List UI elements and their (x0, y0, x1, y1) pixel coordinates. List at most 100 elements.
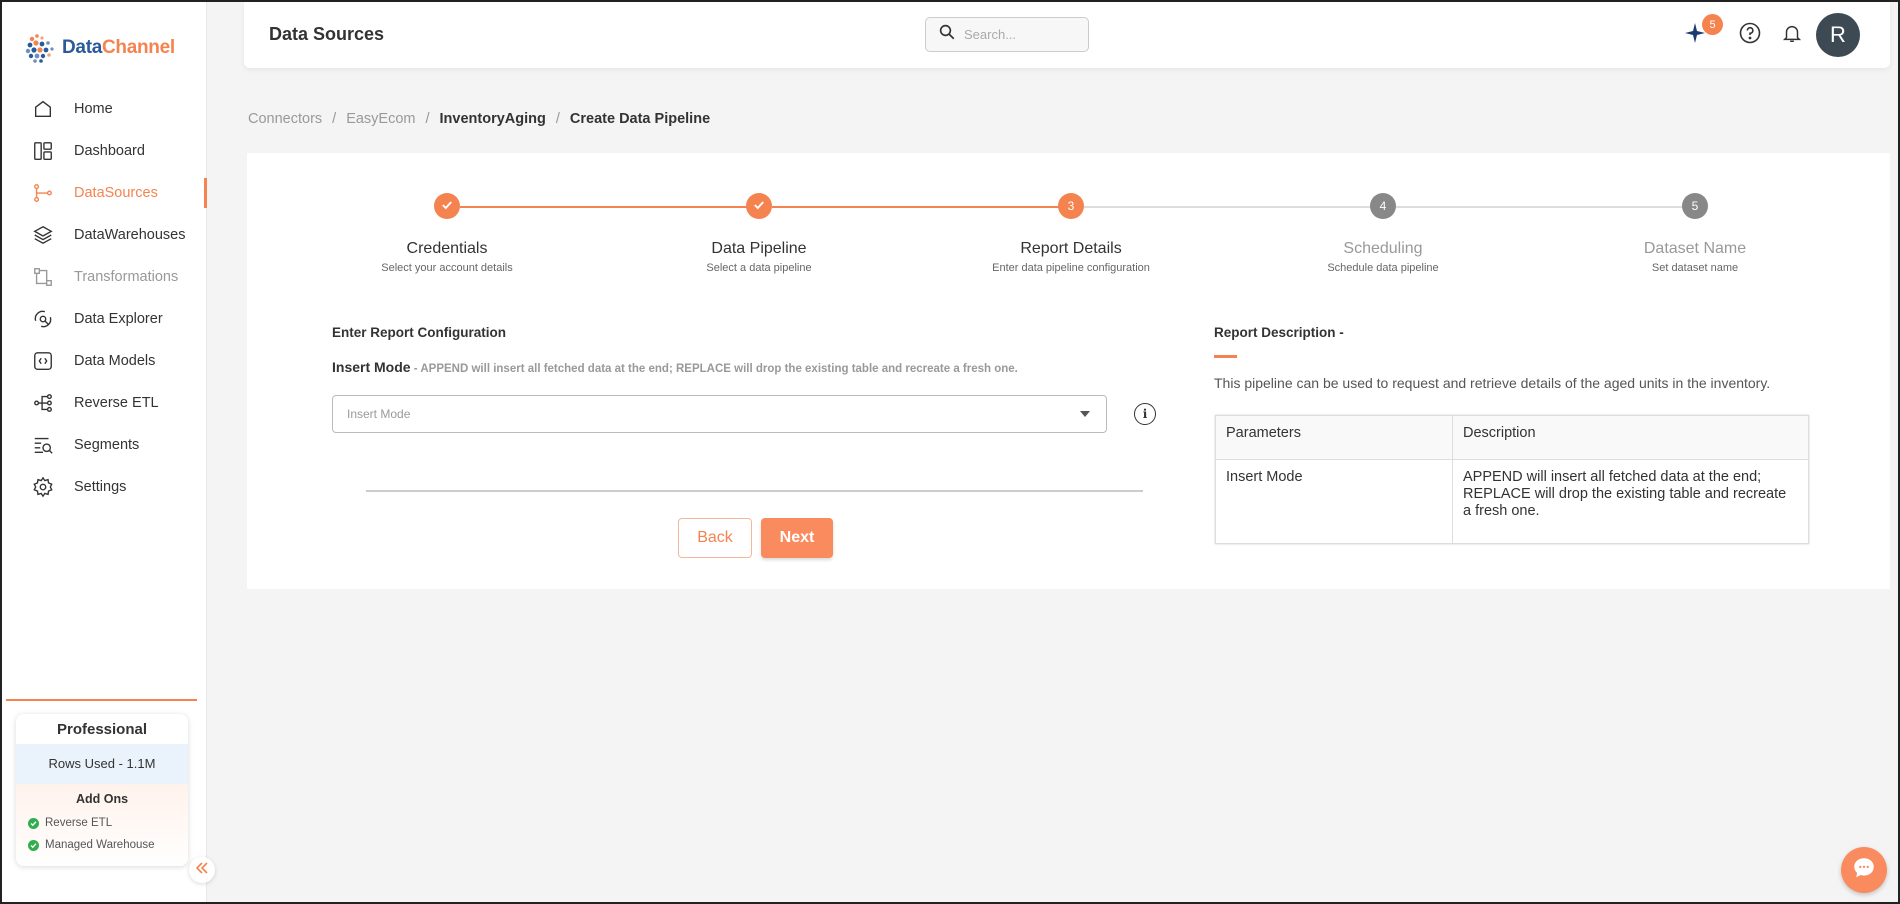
rows-used: Rows Used - 1.1M (16, 744, 188, 784)
datasources-icon (30, 180, 56, 206)
check-icon (753, 199, 765, 214)
layers-icon (30, 222, 56, 248)
insert-mode-select[interactable]: Insert Mode (332, 395, 1107, 433)
help-button[interactable] (1737, 22, 1763, 48)
table-cell: Insert Mode (1215, 459, 1453, 544)
table-header-row: Parameters Description (1215, 415, 1809, 460)
title-underline (1214, 355, 1237, 358)
transformations-icon (30, 264, 56, 290)
avatar[interactable]: R (1816, 13, 1860, 57)
step-connector-done (460, 206, 754, 208)
step-3-sub: Enter data pipeline configuration (992, 262, 1150, 274)
sidebar-item-home[interactable]: Home (2, 88, 206, 130)
step-3-label: Report Details (1020, 240, 1122, 257)
table-cell: APPEND will insert all fetched data at t… (1452, 459, 1809, 544)
help-icon (1738, 21, 1762, 50)
search-box[interactable] (925, 17, 1089, 52)
sidebar-item-label: Data Explorer (74, 311, 163, 327)
caret-down-icon (1080, 411, 1090, 417)
step-4-sub: Schedule data pipeline (1327, 262, 1439, 274)
sidebar-item-dashboard[interactable]: Dashboard (2, 130, 206, 172)
sidebar-item-label: Reverse ETL (74, 395, 159, 411)
form-divider (366, 490, 1143, 492)
breadcrumb-connectors[interactable]: Connectors (248, 111, 322, 127)
sidebar-item-datawarehouses[interactable]: DataWarehouses (2, 214, 206, 256)
breadcrumb-inventoryaging[interactable]: InventoryAging (440, 111, 546, 127)
step-connector-done (772, 206, 1066, 208)
insert-mode-label: Insert Mode - APPEND will insert all fet… (332, 359, 1018, 375)
home-icon (30, 96, 56, 122)
addons-title: Add Ons (75, 792, 129, 806)
bell-icon (1781, 22, 1803, 49)
sidebar-item-label: Transformations (74, 269, 179, 285)
plan-card: Professional Rows Used - 1.1M Add Ons Re… (16, 714, 188, 866)
breadcrumb-easyecom[interactable]: EasyEcom (346, 111, 415, 127)
reverse-etl-icon (30, 390, 56, 416)
search-icon (938, 23, 956, 46)
step-4-circle[interactable]: 4 (1370, 193, 1396, 219)
sidebar-item-data-explorer[interactable]: Data Explorer (2, 298, 206, 340)
step-5-circle[interactable]: 5 (1682, 193, 1708, 219)
step-2-sub: Select a data pipeline (706, 262, 812, 274)
step-3-circle[interactable]: 3 (1058, 193, 1084, 219)
datachannel-logo-icon (22, 31, 56, 65)
sidebar-item-label: Home (74, 101, 113, 117)
sidebar-item-data-models[interactable]: Data Models (2, 340, 206, 382)
report-description-text: This pipeline can be used to request and… (1214, 375, 1771, 391)
step-connector-pending (1396, 206, 1690, 208)
breadcrumb-separator: / (425, 111, 430, 127)
segments-icon (30, 432, 56, 458)
chat-button[interactable] (1841, 847, 1887, 893)
double-chevron-left-icon (194, 860, 210, 881)
addon-label: Managed Warehouse (45, 839, 155, 851)
brand-logo[interactable]: DataChannel (2, 2, 206, 70)
notifications-button[interactable] (1779, 22, 1805, 48)
sidebar-item-datasources[interactable]: DataSources (2, 172, 207, 214)
step-4-label: Scheduling (1343, 240, 1423, 257)
step-1-label: Credentials (406, 240, 488, 257)
breadcrumb-separator: / (555, 111, 560, 127)
sidebar-item-label: Settings (74, 479, 127, 495)
sidebar-item-settings[interactable]: Settings (2, 466, 206, 508)
table-row: Insert Mode APPEND will insert all fetch… (1215, 459, 1809, 544)
insert-mode-hint: - APPEND will insert all fetched data at… (410, 363, 1018, 375)
sidebar-item-segments[interactable]: Segments (2, 424, 206, 466)
stepper: 3 4 5 Credentials Select your account de… (247, 193, 1890, 283)
next-button[interactable]: Next (761, 518, 833, 558)
table-header: Parameters (1215, 415, 1453, 460)
table-header: Description (1452, 415, 1809, 460)
step-1-sub: Select your account details (381, 262, 513, 274)
chat-bubble-icon (1851, 855, 1877, 886)
sidebar-item-reverse-etl[interactable]: Reverse ETL (2, 382, 206, 424)
report-description-title: Report Description - (1214, 325, 1344, 340)
back-button[interactable]: Back (678, 518, 752, 558)
check-icon (441, 199, 453, 214)
addon-item: Reverse ETL (16, 812, 188, 834)
dashboard-icon (30, 138, 56, 164)
brand-name-part1: Data (62, 37, 102, 58)
breadcrumb: Connectors / EasyEcom / InventoryAging /… (248, 111, 710, 127)
step-2-circle[interactable] (746, 193, 772, 219)
search-input[interactable] (964, 27, 1074, 42)
sidebar-item-label: DataSources (74, 185, 158, 201)
top-header: Data Sources 5 R (244, 2, 1890, 68)
step-2-label: Data Pipeline (711, 240, 807, 257)
brand-name-part2: Channel (101, 37, 175, 58)
sidebar-item-label: DataWarehouses (74, 227, 186, 243)
breadcrumb-separator: / (332, 111, 337, 127)
pipeline-card: 3 4 5 Credentials Select your account de… (247, 153, 1890, 589)
info-icon[interactable]: i (1134, 403, 1156, 425)
step-connector-pending (1084, 206, 1378, 208)
sidebar-item-transformations[interactable]: Transformations (2, 256, 206, 298)
collapse-sidebar-button[interactable] (189, 857, 215, 883)
brand-name: DataChannel (62, 37, 175, 59)
addon-item: Managed Warehouse (16, 834, 188, 856)
step-1-circle[interactable] (434, 193, 460, 219)
plan-divider (6, 699, 197, 701)
sidebar-item-label: Dashboard (74, 143, 145, 159)
data-models-icon (30, 348, 56, 374)
check-icon (28, 839, 39, 851)
section-title: Enter Report Configuration (332, 325, 506, 340)
plan-title: Professional (56, 721, 148, 738)
breadcrumb-current: Create Data Pipeline (569, 111, 711, 127)
